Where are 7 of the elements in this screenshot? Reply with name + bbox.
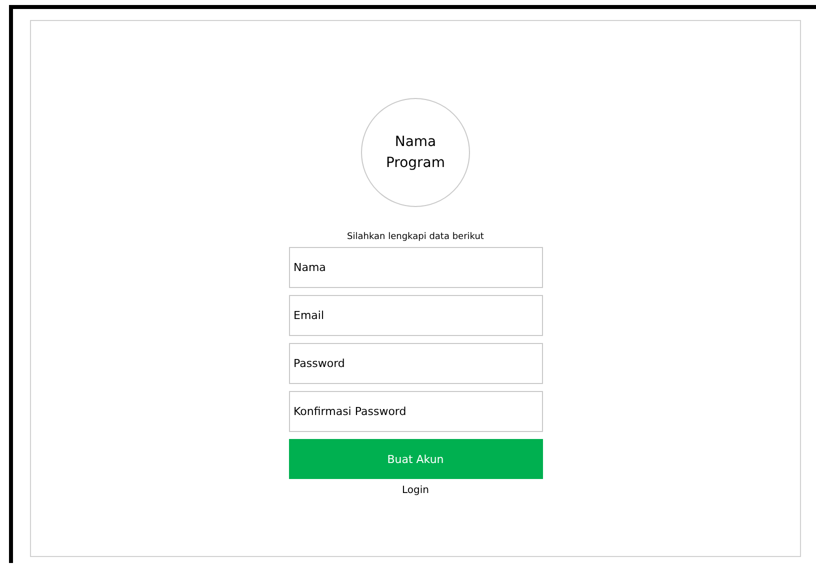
login-link[interactable]: Login xyxy=(402,485,429,496)
input-field[interactable]: Password xyxy=(288,343,542,384)
input-field[interactable]: Email xyxy=(288,295,542,336)
input-field[interactable]: Nama xyxy=(288,247,542,288)
logo-circle: Nama Program xyxy=(361,98,470,207)
form-instruction: Silahkan lengkapi data berikut xyxy=(347,231,484,244)
input-field[interactable]: Konfirmasi Password xyxy=(288,391,542,432)
